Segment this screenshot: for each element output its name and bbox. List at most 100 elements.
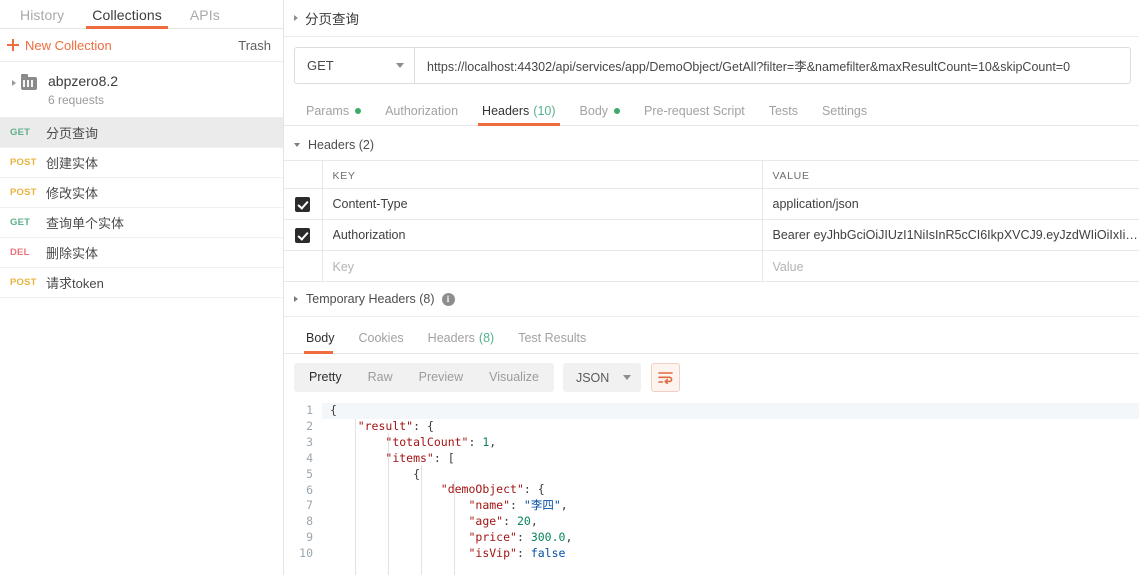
request-tab-label: Headers — [482, 104, 530, 118]
header-enabled-cell-empty — [284, 250, 323, 282]
format-tab-raw[interactable]: Raw — [355, 363, 406, 392]
request-tab-label: Body — [579, 104, 609, 118]
request-method-badge: GET — [10, 127, 31, 138]
code-token: { — [330, 403, 337, 417]
collection-item-abpzero[interactable]: abpzero8.2 6 requests — [0, 62, 283, 118]
code-line: "result": { — [330, 419, 1139, 435]
headers-section: Headers (2) KEY VALUE Content-Type applic… — [284, 126, 1139, 317]
code-token: "totalCount" — [385, 434, 469, 449]
checkbox-column-header — [284, 160, 323, 189]
request-tab-label: Pre-request Script — [644, 104, 745, 118]
header-key-cell[interactable]: Authorization — [322, 219, 763, 251]
header-value-cell[interactable]: application/json — [762, 188, 1139, 220]
request-tab-authorization[interactable]: Authorization — [373, 104, 470, 125]
code-token: : — [503, 514, 517, 529]
code-line: "demoObject": { — [330, 482, 1139, 498]
request-title: 分页查询 — [305, 12, 359, 27]
tab-collections[interactable]: Collections — [78, 7, 176, 29]
trash-button[interactable]: Trash — [238, 38, 271, 53]
request-tab-settings[interactable]: Settings — [810, 104, 879, 125]
response-tab-test-results[interactable]: Test Results — [506, 331, 598, 353]
header-enabled-checkbox[interactable] — [295, 196, 311, 212]
table-header-row: KEY VALUE — [284, 160, 1139, 189]
chevron-down-icon — [623, 375, 632, 380]
headers-table: KEY VALUE Content-Type application/json Au… — [284, 160, 1139, 282]
header-enabled-cell — [284, 219, 323, 251]
format-tab-pretty[interactable]: Pretty — [296, 363, 355, 392]
request-tab-tests[interactable]: Tests — [757, 104, 810, 125]
collection-name: abpzero8.2 — [48, 73, 119, 89]
request-list-item[interactable]: GET 查询单个实体 — [0, 208, 283, 238]
request-tab-pre-request-script[interactable]: Pre-request Script — [632, 104, 757, 125]
code-token: "李四" — [523, 498, 561, 513]
format-tab-visualize[interactable]: Visualize — [476, 363, 552, 392]
language-select[interactable]: JSON — [562, 363, 642, 392]
table-row[interactable]: Content-Type application/json — [284, 188, 1139, 220]
code-token: { — [413, 466, 421, 481]
new-header-key-input[interactable]: Key — [322, 250, 763, 282]
wrap-lines-button[interactable] — [651, 363, 681, 392]
request-list-item[interactable]: DEL 删除实体 — [0, 238, 283, 268]
response-body-code[interactable]: { "result": { "totalCount": 1, "items": … — [322, 401, 1139, 575]
tab-history[interactable]: History — [6, 7, 78, 28]
chevron-right-icon — [12, 80, 16, 86]
code-line: "items": [ — [330, 451, 1139, 467]
code-token: "items" — [385, 450, 434, 465]
sidebar: History Collections APIs New Collection … — [0, 0, 284, 575]
request-tab-headers[interactable]: Headers (10) — [470, 104, 567, 126]
method-select[interactable]: GET — [294, 47, 414, 84]
line-number: 2 — [306, 418, 313, 433]
format-tab-preview[interactable]: Preview — [406, 363, 476, 392]
code-token: : { — [413, 418, 434, 433]
line-number: 9 — [306, 530, 313, 545]
request-tab-label: Authorization — [385, 104, 459, 118]
request-list-item[interactable]: POST 创建实体 — [0, 148, 283, 178]
header-enabled-cell — [284, 188, 323, 220]
header-enabled-checkbox[interactable] — [295, 227, 311, 243]
url-input[interactable]: https://localhost:44302/api/services/app… — [414, 47, 1131, 84]
code-token: , — [489, 434, 497, 449]
request-list-item[interactable]: POST 修改实体 — [0, 178, 283, 208]
response-body-viewer[interactable]: 1 2 3 4 5 6 7 8 9 10 { "result": { "totalCount": … — [284, 401, 1139, 575]
line-number: 5 — [306, 466, 313, 481]
temporary-headers-toggle[interactable]: Temporary Headers (8) i — [284, 282, 1139, 317]
table-row-new[interactable]: Key Value — [284, 250, 1139, 282]
response-tab-count: (8) — [478, 331, 495, 345]
code-line: { — [330, 467, 1139, 483]
code-token: , — [565, 530, 573, 545]
request-list-item[interactable]: GET 分页查询 — [0, 118, 283, 148]
main-panel: 分页查询 GET https://localhost:44302/api/ser… — [284, 0, 1139, 575]
line-number: 1 — [306, 403, 313, 417]
request-tab-body[interactable]: Body — [568, 104, 633, 125]
request-tab-count: (10) — [533, 104, 556, 118]
request-tab-label: Tests — [768, 104, 798, 118]
collection-request-count: 6 requests — [48, 93, 105, 107]
chevron-down-icon — [396, 63, 404, 68]
info-icon[interactable]: i — [441, 292, 455, 306]
response-tab-body[interactable]: Body — [294, 331, 347, 354]
response-tab-cookies[interactable]: Cookies — [347, 331, 416, 353]
code-token: 20 — [516, 514, 531, 529]
headers-section-label: Headers (2) — [308, 138, 374, 152]
new-header-value-input[interactable]: Value — [762, 250, 1139, 282]
request-tab-label: Settings — [821, 104, 868, 118]
code-line: "age": 20, — [330, 514, 1139, 530]
sidebar-tabs: History Collections APIs — [0, 0, 283, 29]
headers-collapse-toggle[interactable]: Headers (2) — [284, 135, 1139, 160]
response-tab-headers[interactable]: Headers (8) — [416, 331, 507, 353]
response-tab-label: Test Results — [518, 331, 587, 345]
request-tab-params[interactable]: Params — [294, 104, 373, 125]
request-method-badge: POST — [10, 157, 37, 168]
header-key-cell[interactable]: Content-Type — [322, 188, 763, 220]
tab-apis[interactable]: APIs — [176, 7, 234, 28]
chevron-right-icon — [294, 15, 298, 21]
request-list-item[interactable]: POST 请求token — [0, 268, 283, 298]
header-key-text: Authorization — [332, 228, 406, 242]
new-collection-button[interactable]: New Collection — [6, 38, 112, 53]
code-token: "price" — [468, 530, 517, 545]
code-token: , — [530, 514, 538, 529]
request-name: 创建实体 — [46, 156, 99, 171]
format-tab-group: Pretty Raw Preview Visualize — [294, 363, 554, 392]
table-row[interactable]: Authorization Bearer eyJhbGciOiJIUzI1NiIs… — [284, 219, 1139, 251]
header-value-cell[interactable]: Bearer eyJhbGciOiJIUzI1NiIsInR5cCI6IkpXV… — [762, 219, 1139, 251]
